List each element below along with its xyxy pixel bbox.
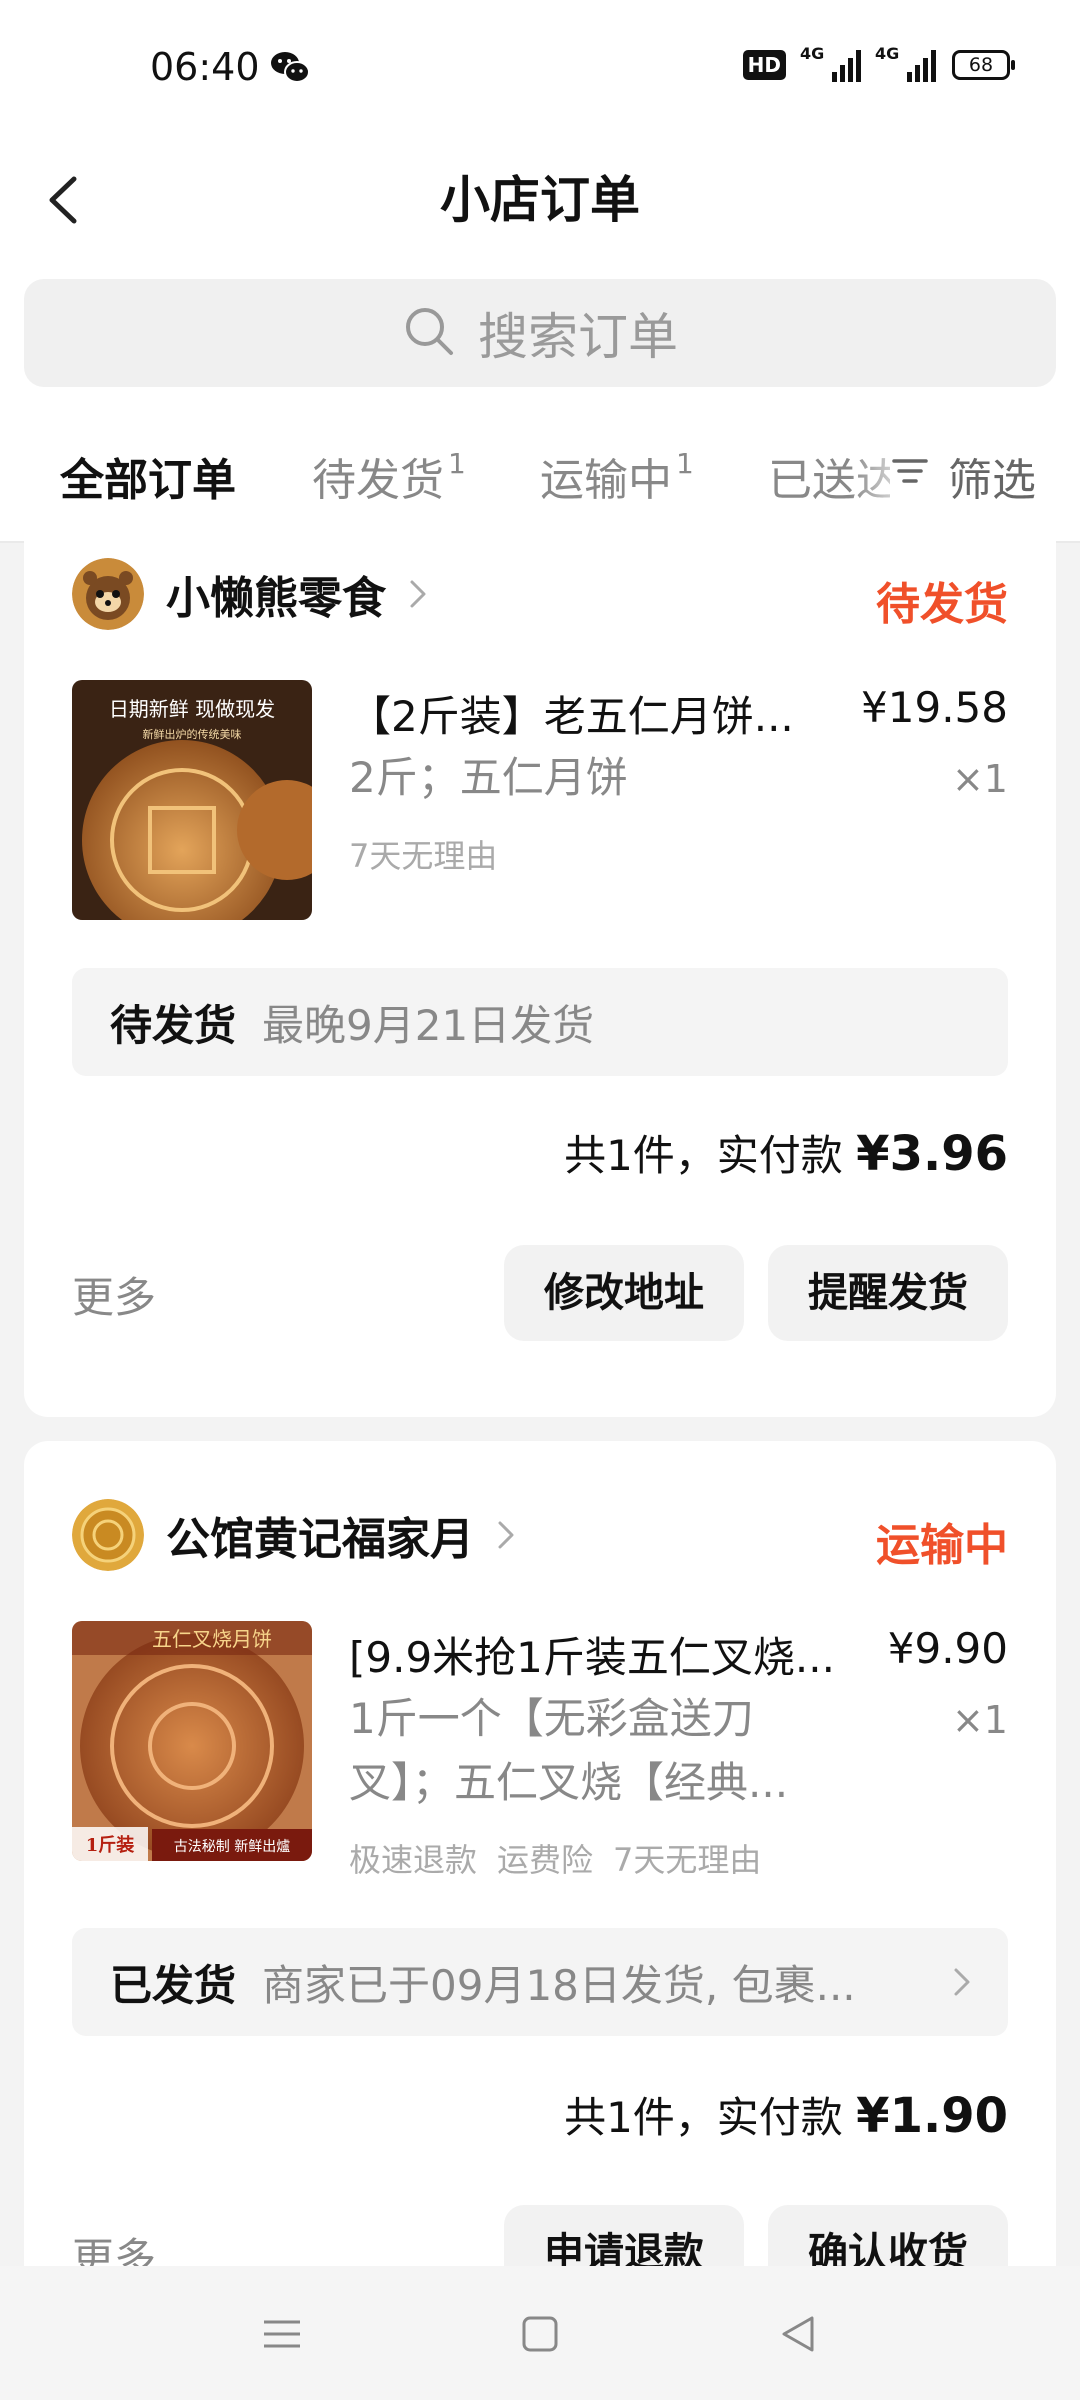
signal-icon: 4G: [800, 44, 861, 82]
product-spec: 1斤一个【无彩盒送刀叉】；五仁叉烧【经典...: [349, 1694, 789, 1807]
search-icon: [402, 304, 456, 362]
shop-row[interactable]: 公馆黄记福家月: [72, 1497, 516, 1573]
shipping-status-text: 商家已于09月18日发货, 包裹...: [262, 1960, 856, 2010]
header: 小店订单: [0, 135, 1080, 265]
filter-label: 筛选: [948, 455, 1036, 506]
service-tag: 极速退款: [349, 1841, 478, 1879]
back-triangle-icon[interactable]: [776, 2312, 820, 2356]
service-tag: 运费险: [497, 1841, 594, 1879]
product-image-banner: 五仁叉烧月饼: [152, 1627, 272, 1651]
search-input[interactable]: 搜索订单: [24, 279, 1056, 387]
signal-icon: 4G: [875, 44, 936, 82]
tab-label: 待发货: [312, 455, 444, 506]
chevron-right-icon: [408, 577, 428, 611]
shipping-status-text: 最晚9月21日发货: [262, 1000, 595, 1050]
order-card[interactable]: 公馆黄记福家月 运输中 五仁叉烧月饼 1斤装 古法秘制 新鲜出爐 [9.9米抢1…: [24, 1441, 1056, 2341]
product-price: ¥19.58: [861, 683, 1008, 732]
shop-avatar: [72, 558, 144, 630]
total-amount: ¥3.96: [856, 1126, 1008, 1182]
wechat-icon: [270, 50, 310, 84]
service-tags: 7天无理由: [349, 831, 497, 877]
service-tag: 7天无理由: [613, 1841, 762, 1879]
tab-label: 全部订单: [60, 455, 236, 506]
product-quantity: ×1: [951, 757, 1008, 801]
remind-shipment-button[interactable]: 提醒发货: [768, 1245, 1008, 1341]
status-bar: 06:40 HD 4G 4G 68: [0, 0, 1080, 135]
total-label: 共1件，实付款: [564, 1131, 843, 1180]
tab-pending-shipment[interactable]: 待发货 1: [312, 444, 466, 508]
filter-button[interactable]: 筛选: [890, 444, 1036, 508]
shop-name: 公馆黄记福家月: [166, 1514, 474, 1565]
shop-name: 小懒熊零食: [166, 573, 386, 624]
shipping-status-box[interactable]: 已发货 商家已于09月18日发货, 包裹...: [72, 1928, 1008, 2036]
status-time: 06:40: [150, 45, 260, 89]
battery-icon: 68: [952, 50, 1015, 80]
product-image-subtext: 新鲜出炉的传统美味: [143, 727, 242, 741]
signal-label: 4G: [875, 44, 900, 63]
more-button[interactable]: 更多: [72, 1264, 156, 1325]
tab-label: 运输中: [540, 455, 672, 506]
status-indicators: HD 4G 4G 68: [742, 44, 1015, 82]
order-total: 共1件，实付款 ¥3.96: [564, 1122, 1008, 1183]
shipping-status-label: 已发货: [110, 1960, 237, 2010]
order-status: 待发货: [876, 579, 1008, 630]
system-nav-bar: [0, 2266, 1080, 2400]
product-spec: 2斤；五仁月饼: [349, 753, 628, 802]
service-tags: 极速退款 运费险 7天无理由: [349, 1835, 761, 1881]
total-label: 共1件，实付款: [564, 2093, 843, 2142]
shop-avatar: [72, 1499, 144, 1571]
filter-icon: [890, 451, 930, 502]
search-placeholder: 搜索订单: [478, 308, 678, 366]
product-title: [9.9米抢1斤装五仁叉烧...: [349, 1633, 835, 1682]
menu-icon[interactable]: [260, 2312, 304, 2356]
order-total: 共1件，实付款 ¥1.90: [564, 2084, 1008, 2145]
product-image-banner: 日期新鲜 现做现发: [109, 697, 275, 721]
page-title: 小店订单: [440, 171, 640, 229]
product-quantity: ×1: [951, 1698, 1008, 1742]
order-status: 运输中: [876, 1520, 1008, 1571]
home-square-icon[interactable]: [518, 2312, 562, 2356]
chevron-right-icon: [952, 1966, 972, 1998]
chevron-right-icon: [496, 1518, 516, 1552]
tab-count: 1: [676, 447, 694, 480]
shipping-status-label: 待发货: [110, 1000, 237, 1050]
tab-count: 1: [448, 447, 466, 480]
product-image[interactable]: 日期新鲜 现做现发 新鲜出炉的传统美味: [72, 680, 312, 920]
service-tag: 7天无理由: [349, 837, 498, 875]
hd-badge: HD: [742, 50, 786, 80]
total-amount: ¥1.90: [856, 2088, 1008, 2144]
product-image[interactable]: 五仁叉烧月饼 1斤装 古法秘制 新鲜出爐: [72, 1621, 312, 1861]
shop-row[interactable]: 小懒熊零食: [72, 556, 428, 632]
product-image-tag: 古法秘制 新鲜出爐: [174, 1839, 290, 1855]
product-title: 【2斤装】老五仁月饼...: [349, 692, 794, 741]
product-image-tag: 1斤装: [86, 1834, 135, 1856]
modify-address-button[interactable]: 修改地址: [504, 1245, 744, 1341]
chevron-left-icon[interactable]: [36, 155, 96, 245]
shipping-status-box[interactable]: 待发货 最晚9月21日发货: [72, 968, 1008, 1076]
product-price: ¥9.90: [887, 1624, 1008, 1673]
tab-in-transit[interactable]: 运输中 1: [540, 444, 694, 508]
tab-all-orders[interactable]: 全部订单: [60, 444, 236, 508]
order-card[interactable]: 小懒熊零食 待发货 日期新鲜 现做现发 新鲜出炉的传统美味 【2斤装】老五仁月饼…: [24, 500, 1056, 1417]
signal-label: 4G: [800, 44, 825, 63]
